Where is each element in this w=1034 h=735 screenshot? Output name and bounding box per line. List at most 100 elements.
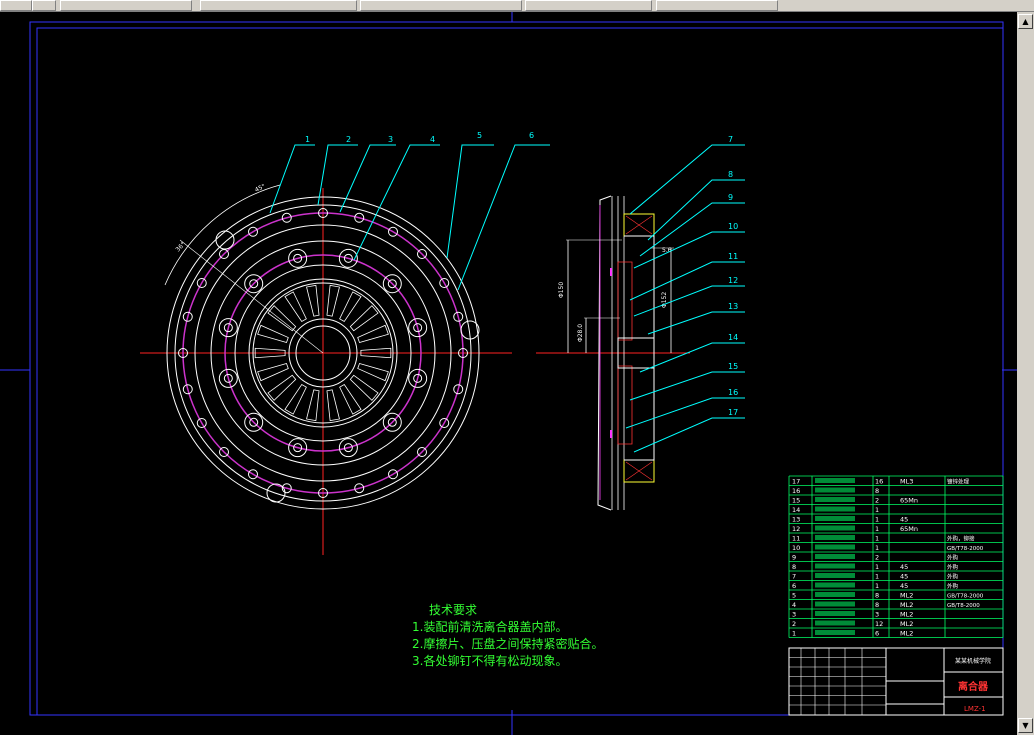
leader-1 [269, 144, 315, 214]
bom-qty: 1 [875, 516, 879, 524]
tech-item: 3.各处铆钉不得有松动现象。 [412, 654, 568, 668]
leader-line [633, 417, 745, 453]
bom-material: ML2 [900, 630, 913, 638]
spring-finger [257, 324, 289, 344]
section-view: Φ150 Φ28.0 Φ152 5.6 [536, 195, 690, 511]
callout-label: 7 [728, 135, 733, 144]
bom-item-no: 9 [792, 554, 796, 562]
callout-label: 14 [728, 333, 738, 342]
bom-qty: 1 [875, 535, 879, 543]
bom-note: GB/T78-2000 [947, 594, 984, 600]
bom-note: GB/T78-2000 [947, 546, 984, 552]
callout-label: 11 [728, 252, 738, 261]
spring-finger [349, 305, 379, 332]
bom-material: 65Mn [900, 497, 918, 505]
bom-name-glyphs [815, 573, 855, 578]
bom-qty: 8 [875, 592, 879, 600]
toolbar-button[interactable] [0, 0, 32, 11]
scroll-up-button[interactable]: ▲ [1018, 14, 1033, 29]
bom-item-no: 12 [792, 525, 800, 533]
callout-label: 6 [529, 131, 534, 140]
vertical-scrollbar[interactable]: ▲ ▼ [1017, 12, 1034, 735]
bom-item-no: 15 [792, 497, 800, 505]
front-view: 36° 45° [140, 183, 512, 555]
drawing-title: 离合器 [958, 680, 989, 693]
title-block-grid [789, 648, 886, 715]
spring-finger [357, 362, 389, 382]
bom-name-glyphs [815, 592, 855, 597]
bom-material: 45 [900, 516, 908, 524]
drawing-canvas[interactable]: 36° 45° 1 2 3 4 5 6 Φ150 Φ28.0 Φ152 5.6 … [0, 12, 1017, 735]
bom-qty: 16 [875, 478, 883, 486]
bom-item-no: 3 [792, 611, 796, 619]
bom-note: 外购 [947, 554, 959, 562]
lineweight-dropdown[interactable] [525, 0, 652, 11]
callout-label: 12 [728, 276, 738, 285]
bom-name-glyphs [815, 544, 855, 550]
bom-note: 外购 [947, 573, 959, 581]
bom-material: ML3 [900, 478, 913, 486]
spring-finger [339, 383, 362, 415]
technical-requirements: 技术要求 1.装配前清洗离合器盖内部。 2.摩擦片、压盘之间保持紧密贴合。 3.… [412, 602, 603, 670]
bom-item-no: 8 [792, 563, 796, 571]
bom-name-glyphs [815, 611, 855, 616]
spring-finger [306, 389, 320, 422]
leader-6 [457, 144, 550, 291]
spring-finger [257, 362, 289, 382]
bom-note: 镀锌处理 [947, 478, 970, 486]
callout-label: 15 [728, 362, 738, 371]
bom-material: 45 [900, 582, 908, 590]
bom-qty: 1 [875, 573, 879, 581]
dimension-label: Φ150 [558, 282, 565, 298]
bom-name-glyphs [815, 582, 855, 588]
bom-item-no: 2 [792, 620, 796, 628]
bom-table: 17 16 ML3 镀锌处理16 815 2 65Mn14 113 1 4512 1 65Mn11 1 外… [788, 475, 1004, 638]
bom-material: 45 [900, 573, 908, 581]
bom-item-no: 10 [792, 544, 800, 552]
bom-item-no: 14 [792, 506, 800, 514]
bom-material: ML2 [900, 611, 913, 619]
toolbar-button[interactable] [32, 0, 56, 11]
hatch [625, 215, 653, 481]
bom-qty: 1 [875, 525, 879, 533]
callout-label: 9 [728, 193, 733, 202]
callout-label: 5 [477, 131, 482, 140]
callout-label: 2 [346, 135, 351, 144]
callout-label: 17 [728, 408, 738, 417]
color-dropdown[interactable] [200, 0, 357, 11]
spring-section-bottom [617, 365, 633, 445]
bom-qty: 2 [875, 554, 879, 562]
callout-label: 1 [305, 135, 310, 144]
title-block: 某某机械学院 离合器 LMZ-1 [788, 647, 1004, 716]
tech-title: 技术要求 [429, 603, 478, 617]
leader-2 [317, 144, 358, 206]
bom-name-glyphs [815, 535, 855, 540]
scroll-down-button[interactable]: ▼ [1018, 718, 1033, 733]
plotstyle-dropdown[interactable] [656, 0, 778, 11]
bom-note: GB/T8-2000 [947, 603, 980, 609]
bom-qty: 2 [875, 497, 879, 505]
leader-4 [353, 144, 440, 261]
spring-finger [326, 389, 340, 422]
school-name: 某某机械学院 [955, 657, 991, 665]
bom-name-glyphs [815, 506, 855, 512]
app-toolbar [0, 0, 1034, 12]
spring-finger [357, 324, 389, 344]
callout-label: 3 [388, 135, 393, 144]
bom-name-glyphs [815, 516, 855, 521]
spring-finger [267, 374, 297, 401]
layer-dropdown[interactable] [60, 0, 192, 11]
angle-label: 45° [254, 183, 267, 194]
bom-name-glyphs [815, 620, 855, 626]
callout-label: 13 [728, 302, 738, 311]
bom-qty: 8 [875, 601, 879, 609]
angle-label: 36° [174, 241, 186, 253]
linetype-dropdown[interactable] [360, 0, 522, 11]
callouts-top [269, 144, 550, 291]
bom-item-no: 11 [792, 535, 800, 543]
bom-item-no: 6 [792, 582, 796, 590]
bom-name-glyphs [815, 487, 855, 493]
leader-line [647, 179, 745, 241]
bom-material: 45 [900, 563, 908, 571]
bom-item-no: 13 [792, 516, 800, 524]
